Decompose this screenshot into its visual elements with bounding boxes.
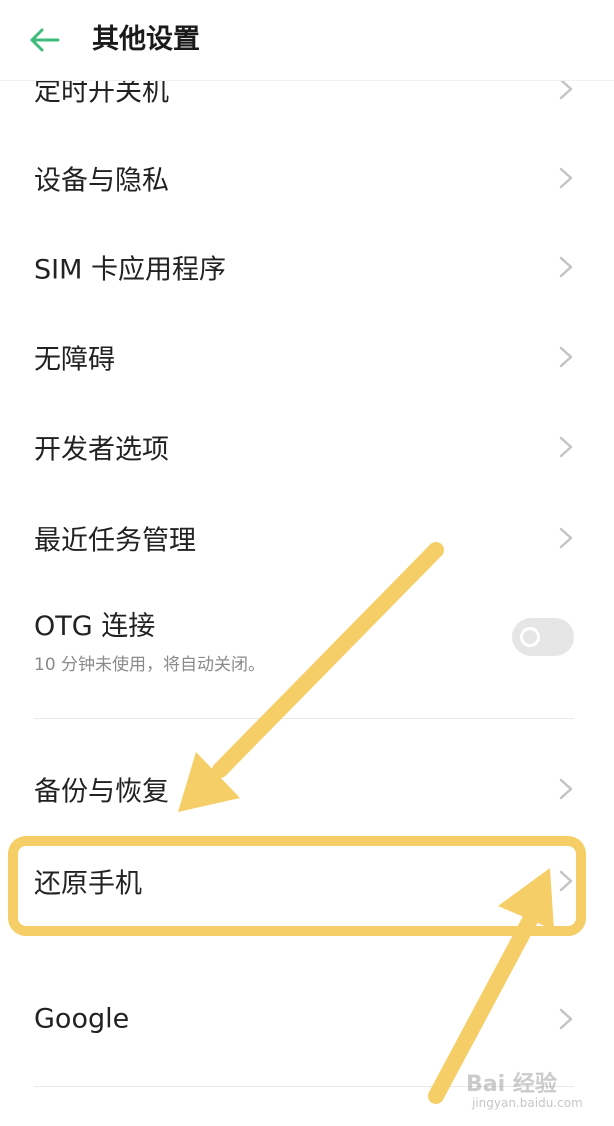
otg-toggle[interactable] [512, 618, 574, 656]
settings-item-developer-options[interactable]: 开发者选项 [0, 402, 614, 492]
app-header: 其他设置 [0, 0, 614, 81]
settings-item-reset-phone[interactable]: 还原手机 [0, 836, 614, 926]
settings-item-recent-tasks[interactable]: 最近任务管理 [0, 493, 614, 583]
settings-item-backup-restore[interactable]: 备份与恢复 [0, 744, 614, 834]
back-button[interactable] [24, 20, 68, 60]
settings-item-accessibility[interactable]: 无障碍 [0, 312, 614, 402]
chevron-right-icon [559, 527, 573, 549]
chevron-right-icon [559, 167, 573, 189]
settings-item-label: 最近任务管理 [34, 525, 196, 557]
chevron-right-icon [559, 778, 573, 800]
chevron-right-icon [559, 436, 573, 458]
toggle-knob [520, 627, 540, 647]
watermark-logo: Bai 经验 [466, 1072, 557, 1097]
otg-subtitle: 10 分钟未使用，将自动关闭。 [34, 655, 266, 675]
chevron-right-icon [559, 1008, 573, 1030]
settings-item-label: 设备与隐私 [34, 165, 169, 197]
chevron-right-icon [559, 870, 573, 892]
section-divider [34, 718, 574, 719]
settings-item-label: 还原手机 [34, 868, 142, 900]
chevron-right-icon [559, 256, 573, 278]
watermark-url: jingyan.baidu.com [472, 1096, 583, 1110]
settings-item-label: 备份与恢复 [34, 776, 169, 808]
otg-title: OTG 连接 [34, 611, 156, 642]
page-title: 其他设置 [92, 24, 200, 55]
settings-item-sim-apps[interactable]: SIM 卡应用程序 [0, 222, 614, 312]
settings-item-device-privacy[interactable]: 设备与隐私 [0, 133, 614, 223]
chevron-right-icon [559, 346, 573, 368]
settings-item-google[interactable]: Google [0, 974, 614, 1064]
settings-item-label: 开发者选项 [34, 434, 169, 466]
settings-item-label: SIM 卡应用程序 [34, 254, 226, 286]
settings-item-label: Google [34, 1003, 130, 1035]
arrow-left-icon [30, 28, 60, 52]
watermark: Bai 经验 jingyan.baidu.com [466, 1066, 586, 1116]
settings-item-label: 无障碍 [34, 344, 115, 376]
settings-screen: 其他设置 定时开关机 设备与隐私 SIM 卡应用程序 无障碍 开发者选项 最近任… [0, 0, 614, 1126]
